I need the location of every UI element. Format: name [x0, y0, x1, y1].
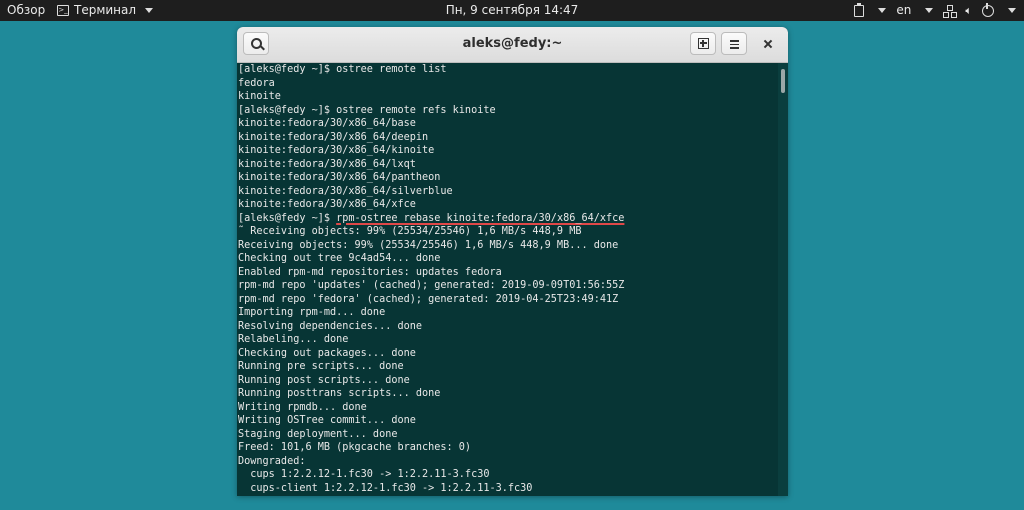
shell-prompt: [aleks@fedy ~]$	[238, 212, 337, 224]
header-bar: aleks@fedy:~	[237, 27, 788, 63]
terminal-line: [aleks@fedy ~]$ ostree remote list	[238, 64, 447, 75]
terminal-output[interactable]: [aleks@fedy ~]$ ostree remote list fedora…	[237, 63, 778, 496]
language-indicator[interactable]: en	[896, 0, 911, 21]
menu-button[interactable]	[721, 32, 747, 55]
terminal-line: Checking out packages... done	[238, 347, 416, 359]
power-icon[interactable]	[982, 2, 994, 17]
terminal-line: Freed: 101,6 MB (pkgcache branches: 0)	[238, 442, 472, 453]
terminal-line: kinoite:fedora/30/x86_64/xfce	[238, 199, 416, 210]
chevron-down-icon[interactable]	[878, 8, 887, 13]
chevron-down-icon[interactable]	[925, 8, 934, 13]
close-button[interactable]	[759, 35, 777, 53]
terminal-line: Running posttrans scripts... done	[238, 388, 441, 399]
chevron-down-icon[interactable]	[1008, 8, 1016, 13]
new-tab-button[interactable]	[690, 32, 716, 55]
terminal-line: Relabeling... done	[238, 334, 349, 345]
terminal-line: cups-client 1:2.2.12-1.fc30 -> 1:2.2.11-…	[238, 482, 533, 494]
terminal-line: Running pre scripts... done	[238, 361, 404, 372]
terminal-line: rpm-md repo 'updates' (cached); generate…	[238, 280, 625, 291]
terminal-line: kinoite:fedora/30/x86_64/kinoite	[238, 145, 435, 156]
system-tray: en 🔈︎	[854, 0, 1016, 21]
terminal-window: aleks@fedy:~ [aleks@fedy ~]$ ostree remo…	[237, 27, 788, 496]
terminal-line: kinoite	[238, 91, 281, 102]
terminal-line: cups 1:2.2.12-1.fc30 -> 1:2.2.11-3.fc30	[238, 469, 490, 480]
terminal-line: fedora	[238, 77, 275, 89]
terminal-line: Resolving dependencies... done	[238, 320, 423, 332]
terminal-line: Importing rpm-md... done	[238, 307, 386, 318]
terminal-line: Writing rpmdb... done	[238, 401, 367, 413]
terminal-line: kinoite:fedora/30/x86_64/base	[238, 118, 416, 129]
terminal-line: kinoite:fedora/30/x86_64/deepin	[238, 131, 429, 143]
terminal-line: rpm-md repo 'fedora' (cached); generated…	[238, 293, 619, 305]
terminal-line: kinoite:fedora/30/x86_64/lxqt	[238, 158, 416, 170]
terminal-line: Staging deployment... done	[238, 428, 398, 440]
terminal-line: Receiving objects: 99% (25534/25546) 1,6…	[238, 239, 619, 251]
scrollbar[interactable]	[778, 63, 788, 496]
top-bar: Обзор >_ Терминал Пн, 9 сентября 14:47 e…	[0, 0, 1024, 21]
terminal-line: Checking out tree 9c4ad54... done	[238, 253, 441, 264]
terminal-line: ˜ Receiving objects: 99% (25534/25546) 1…	[238, 226, 582, 237]
terminal-line: [aleks@fedy ~]$ rpm-ostree rebase kinoit…	[238, 212, 778, 226]
terminal-line: Enabled rpm-md repositories: updates fed…	[238, 266, 502, 278]
terminal-line: Downgraded:	[238, 455, 306, 467]
network-icon[interactable]	[943, 4, 958, 18]
clipboard-icon[interactable]	[854, 2, 865, 17]
terminal-line: [aleks@fedy ~]$ ostree remote refs kinoi…	[238, 104, 496, 116]
terminal-line: Writing OSTree commit... done	[238, 415, 416, 426]
search-button[interactable]	[243, 32, 269, 55]
scrollbar-thumb[interactable]	[781, 69, 785, 93]
terminal-line: Running post scripts... done	[238, 374, 410, 386]
highlighted-command: rpm-ostree rebase kinoite:fedora/30/x86_…	[336, 212, 625, 224]
volume-icon[interactable]: 🔈︎	[965, 0, 972, 21]
terminal-line: kinoite:fedora/30/x86_64/silverblue	[238, 185, 453, 197]
new-tab-icon	[698, 38, 709, 49]
hamburger-menu-icon	[730, 40, 739, 49]
terminal-line: kinoite:fedora/30/x86_64/pantheon	[238, 172, 441, 183]
